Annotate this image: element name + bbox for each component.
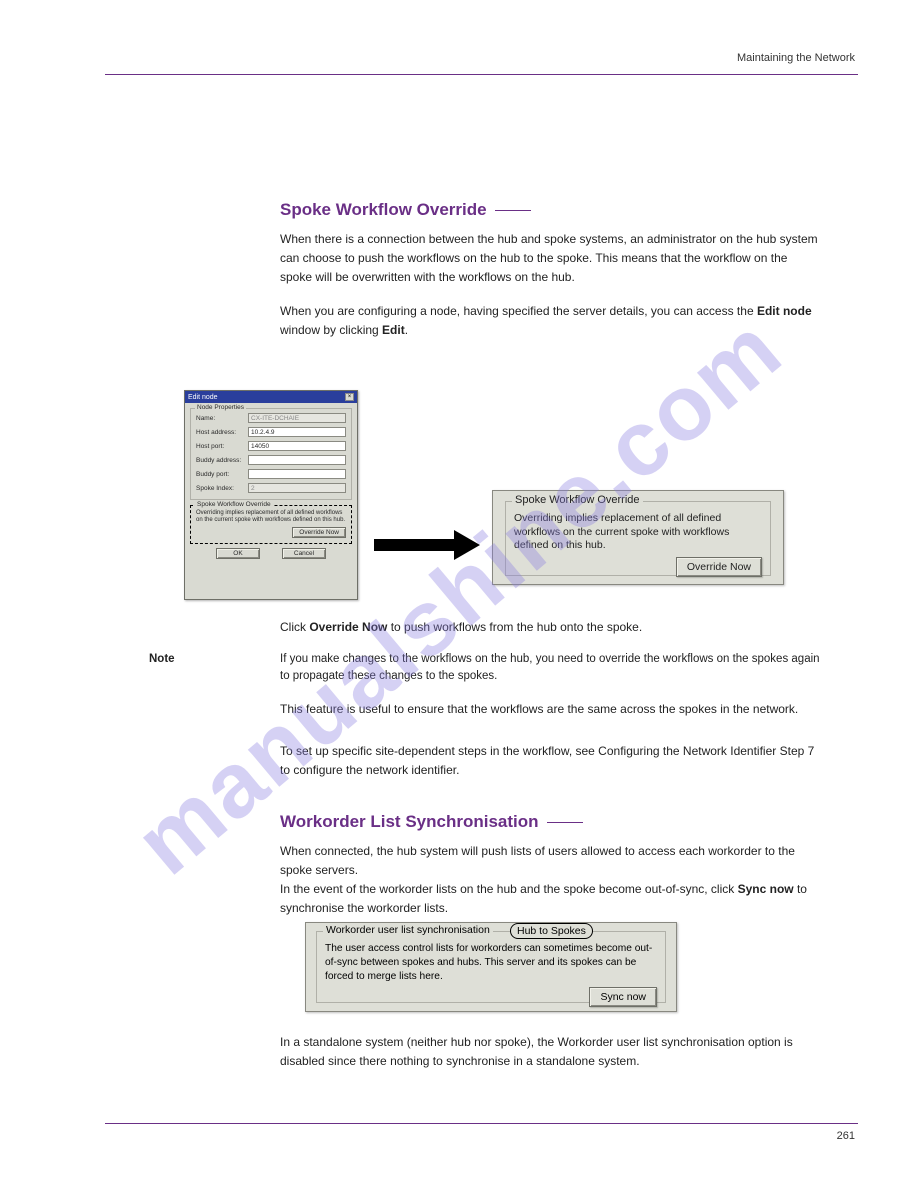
label-buddy-address: Buddy address: [196,457,248,464]
edit-node-title: Edit node [188,394,218,401]
buddy-address-field[interactable] [248,455,346,465]
workorder-sync-panel: Workorder user list synchronisation Hub … [305,922,677,1012]
hub-to-spokes-badge: Hub to Spokes [510,923,593,939]
row-host-port: Host port: 14050 [196,441,346,451]
row-host-address: Host address: 10.2.4.9 [196,427,346,437]
ok-button[interactable]: OK [216,548,260,559]
spoke-index-field: 2 [248,483,346,493]
section-underline-icon [547,822,583,823]
host-port-field[interactable]: 14050 [248,441,346,451]
spoke-override-desc: Overriding implies replacement of all de… [514,512,762,553]
section-title-sync: Workorder List Synchronisation [280,812,583,832]
row-buddy-port: Buddy port: [196,469,346,479]
label-name: Name: [196,415,248,422]
note-label: Note [149,651,239,668]
para-tail-b: To set up specific site-dependent steps … [280,742,820,780]
top-rule [105,74,858,75]
edit-node-override-button[interactable]: Override Now [292,527,346,538]
edit-node-override-title: Spoke Workflow Override [195,501,273,508]
workorder-sync-frame: Workorder user list synchronisation Hub … [316,931,666,1003]
para-tail-a: This feature is useful to ensure that th… [280,700,820,719]
cancel-button[interactable]: Cancel [282,548,326,559]
label-host-port: Host port: [196,443,248,450]
section-title-sync-text: Workorder List Synchronisation [280,812,539,831]
workorder-sync-title: Workorder user list synchronisation [323,924,493,936]
name-field: CX-ITE-DCHAIE [248,413,346,423]
node-properties-group: Node Properties Name: CX-ITE-DCHAIE Host… [190,408,352,500]
row-spoke-index: Spoke Index: 2 [196,483,346,493]
workorder-sync-desc: The user access control lists for workor… [325,942,657,983]
spoke-override-title: Spoke Workflow Override [512,494,643,506]
edit-node-override-group: Spoke Workflow Override Overriding impli… [190,505,352,544]
para-sync-3: In a standalone system (neither hub nor … [280,1033,820,1071]
para-spoke-1: When there is a connection between the h… [280,230,820,288]
edit-node-override-text: Overriding implies replacement of all de… [196,510,346,524]
row-buddy-address: Buddy address: [196,455,346,465]
label-buddy-port: Buddy port: [196,471,248,478]
node-properties-label: Node Properties [195,404,246,411]
sync-now-button[interactable]: Sync now [589,987,657,1007]
close-icon[interactable]: × [345,393,354,401]
click-override-line: Click Override Now to push workflows fro… [280,620,820,634]
page-number: 261 [837,1130,855,1142]
section-title-text: Spoke Workflow Override [280,200,487,219]
arrow-icon [374,530,480,560]
label-host-address: Host address: [196,429,248,436]
note-text: If you make changes to the workflows on … [280,651,820,684]
header-section-label: Maintaining the Network [737,52,855,64]
edit-node-dialog: Edit node × Node Properties Name: CX-ITE… [184,390,358,600]
host-address-field[interactable]: 10.2.4.9 [248,427,346,437]
spoke-override-frame: Spoke Workflow Override Overriding impli… [505,501,771,576]
label-spoke-index: Spoke Index: [196,485,248,492]
bottom-rule [105,1123,858,1124]
buddy-port-field[interactable] [248,469,346,479]
para-sync-1: When connected, the hub system will push… [280,842,820,880]
edit-node-titlebar: Edit node × [185,391,357,403]
spoke-override-panel: Spoke Workflow Override Overriding impli… [492,490,784,585]
para-spoke-2: When you are configuring a node, having … [280,302,820,340]
row-name: Name: CX-ITE-DCHAIE [196,413,346,423]
override-now-button[interactable]: Override Now [676,557,762,577]
para-sync-2: In the event of the workorder lists on t… [280,880,820,918]
section-title-spoke: Spoke Workflow Override [280,200,531,220]
edit-node-footer: OK Cancel [190,548,352,559]
section-underline-icon [495,210,531,211]
